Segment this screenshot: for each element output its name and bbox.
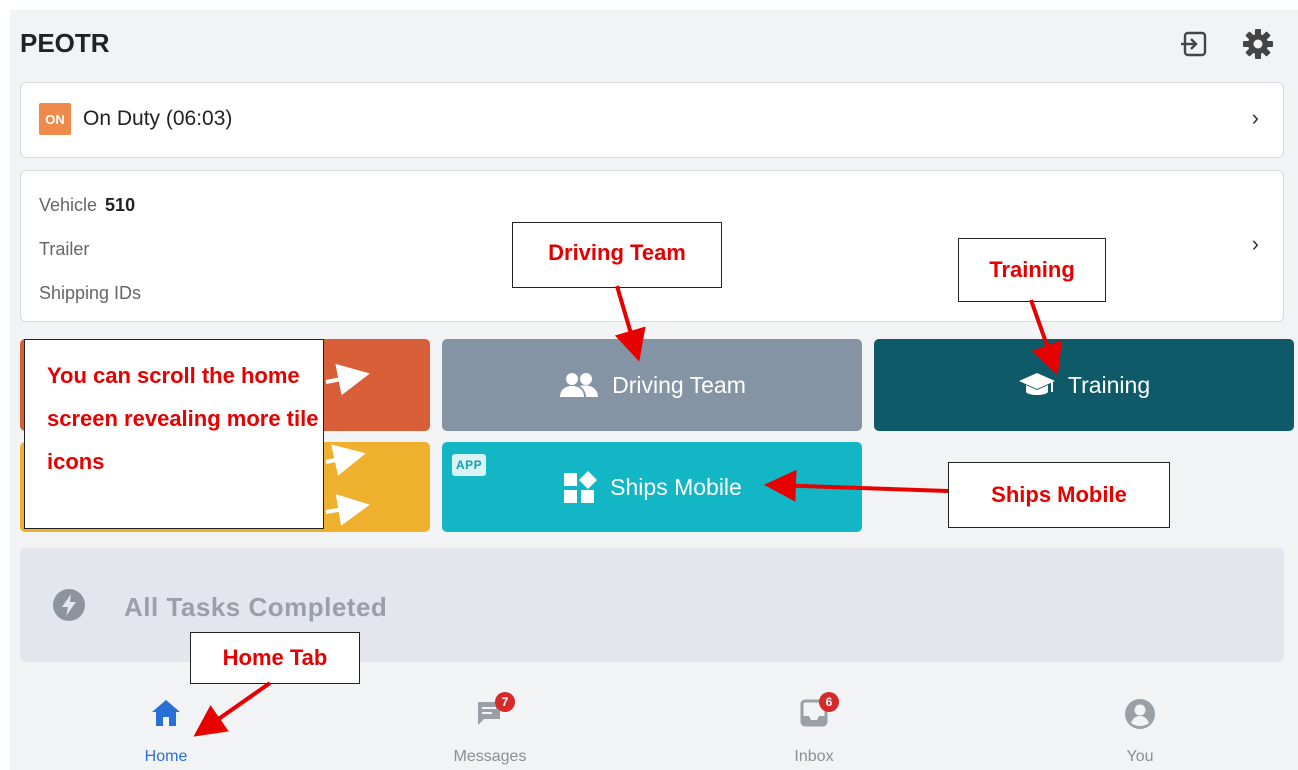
driving-team-arrow bbox=[614, 285, 646, 362]
scroll-arrow-2 bbox=[325, 444, 366, 476]
ships-mobile-arrow bbox=[764, 469, 949, 502]
annotation-arrows bbox=[193, 285, 1063, 737]
scroll-arrow-1 bbox=[325, 363, 370, 396]
home-tab-arrow bbox=[193, 681, 272, 737]
training-arrow bbox=[1029, 299, 1063, 376]
scroll-arrow-3 bbox=[325, 494, 370, 526]
